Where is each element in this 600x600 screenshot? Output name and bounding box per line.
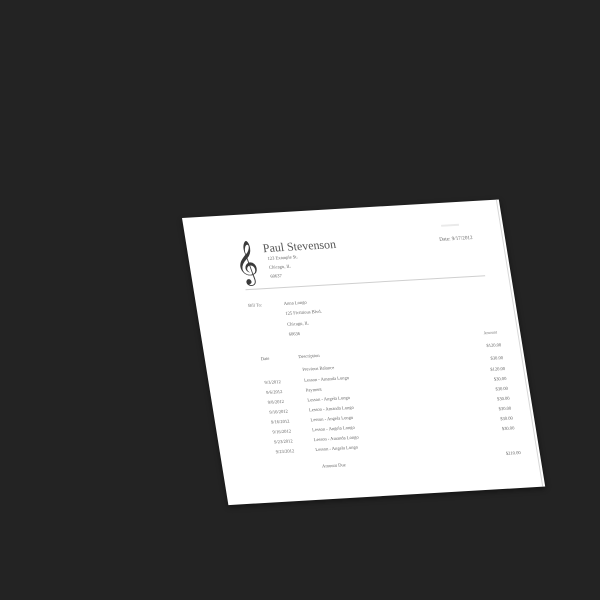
- amount-due-value: $210.00: [505, 450, 522, 456]
- table-row: 9/10/2012 Lesson - Amanda Longo $30.00: [182, 199, 510, 415]
- table-row: 9/8/2012 Lesson - Angela Longo $30.00: [182, 199, 508, 405]
- amount-column-header: Amount: [482, 329, 498, 336]
- desktop-background: 𝄞 Paul Stevenson 123 Example St. Chicago…: [0, 0, 600, 600]
- table-row: Previous Balance $30.00: [182, 199, 503, 372]
- bill-to-city: Chicago, IL: [286, 320, 310, 327]
- table-row: 9/16/2012 Lesson - Angela Longo $30.00: [182, 199, 512, 425]
- row-date: 9/16/2012: [270, 418, 290, 425]
- row-description: Lesson - Angela Longo: [306, 395, 351, 403]
- sender-address-street: 123 Example St.: [267, 254, 299, 261]
- sender-name: Paul Stevenson: [261, 237, 337, 256]
- sender-address-city: Chicago, IL: [268, 263, 292, 270]
- table-row: 9/3/2012 Lesson - Amanda Longo $120.00: [182, 199, 505, 385]
- row-description: Payment: [305, 386, 323, 393]
- bill-to-name: Anna Longo: [283, 299, 308, 306]
- row-date: 9/10/2012: [268, 408, 289, 415]
- date-column-header: Date: [260, 355, 270, 362]
- row-amount: $30.00: [493, 375, 507, 382]
- row-description: Lesson - Amanda Longo: [313, 434, 360, 443]
- row-description: Lesson - Amanda Longo: [303, 375, 350, 383]
- row-amount: $30.00: [501, 425, 515, 432]
- row-date: 9/6/2012: [265, 389, 283, 395]
- row-date: 9/16/2012: [272, 428, 292, 435]
- row-description: Lesson - Amanda Longo: [308, 404, 355, 413]
- table-row: 9/16/2012 Lesson - Angela Longo $30.00: [182, 199, 513, 435]
- row-amount: $30.00: [490, 355, 504, 361]
- table-row: 9/23/2012 Lesson - Amanda Longo $30.00: [182, 199, 515, 444]
- treble-clef-icon: 𝄞: [231, 239, 261, 285]
- amount-due-label: Amount Due: [321, 462, 347, 469]
- amount-first-value: $120.00: [486, 342, 502, 349]
- row-amount: $30.00: [496, 395, 510, 402]
- faint-header-mark: [440, 223, 460, 227]
- row-description: Previous Balance: [302, 365, 335, 372]
- invoice-date: Date: 9/17/2012: [438, 234, 474, 243]
- description-column-header: Description: [297, 352, 320, 360]
- row-amount: $30.00: [495, 385, 509, 392]
- table-row: 9/23/2012 Lesson - Angela Longo: [182, 199, 499, 455]
- row-amount: $120.00: [489, 365, 506, 372]
- bill-to-street: 125 Fictitious Blvd.: [284, 308, 323, 316]
- row-date: 9/23/2012: [273, 438, 294, 445]
- page-edge: [495, 199, 544, 487]
- row-date: 9/23/2012: [275, 448, 295, 455]
- row-date: 9/8/2012: [267, 398, 285, 405]
- row-amount: $30.00: [499, 415, 514, 422]
- row-description: Lesson - Angela Longo: [310, 414, 354, 423]
- row-description: Lesson - Angela Longo: [314, 444, 359, 453]
- bill-to-label: Bill To:: [247, 302, 263, 309]
- line-items-table: Previous Balance $30.00 9/3/2012 Lesson …: [182, 199, 515, 455]
- table-row: 9/6/2012 Payment $30.00: [182, 199, 507, 395]
- bill-to-zip: 60636: [288, 331, 301, 337]
- row-date: 9/3/2012: [264, 379, 282, 386]
- row-description: Lesson - Angela Longo: [311, 424, 356, 433]
- sender-address-zip: 60637: [269, 273, 283, 279]
- row-amount: $30.00: [498, 405, 512, 412]
- invoice-page: 𝄞 Paul Stevenson 123 Example St. Chicago…: [182, 199, 546, 506]
